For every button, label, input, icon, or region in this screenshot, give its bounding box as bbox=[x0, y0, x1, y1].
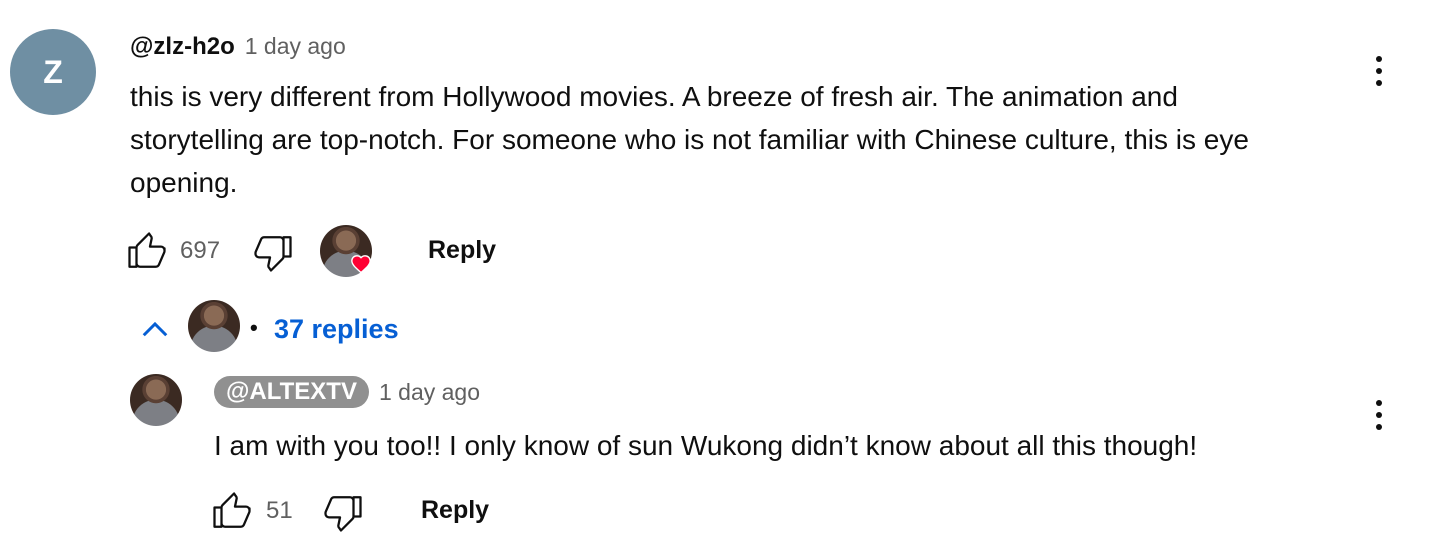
replies-separator: • bbox=[250, 315, 258, 340]
reply-header: @ALTEXTV 1 day ago bbox=[214, 376, 480, 408]
comment-header: @zlz-h2o 1 day ago bbox=[130, 33, 346, 61]
replies-toggle[interactable]: 37 replies bbox=[274, 314, 399, 345]
comment-text: this is very different from Hollywood mo… bbox=[130, 75, 1350, 204]
thumbs-up-icon[interactable] bbox=[126, 230, 168, 272]
reply-like-count: 51 bbox=[266, 497, 293, 524]
reply-button[interactable]: Reply bbox=[428, 236, 496, 265]
comment-text-line: opening. bbox=[130, 167, 238, 198]
reply-text: I am with you too!! I only know of sun W… bbox=[214, 430, 1198, 461]
comment-text-line: this is very different from Hollywood mo… bbox=[130, 81, 1178, 112]
reply-menu-button[interactable] bbox=[1372, 400, 1386, 430]
commenter-avatar[interactable]: Z bbox=[10, 29, 96, 115]
reply-author-handle[interactable]: @ALTEXTV bbox=[214, 376, 369, 408]
thumbs-down-icon[interactable] bbox=[252, 232, 294, 274]
avatar-letter: Z bbox=[43, 53, 63, 90]
more-vert-icon bbox=[1376, 400, 1382, 406]
like-count: 697 bbox=[180, 237, 221, 264]
heart-icon bbox=[351, 255, 371, 274]
thumbs-down-icon[interactable] bbox=[322, 492, 364, 534]
replier-avatar bbox=[188, 300, 240, 352]
comment-menu-button[interactable] bbox=[1372, 56, 1386, 86]
reply-time[interactable]: 1 day ago bbox=[379, 379, 480, 406]
comment-author[interactable]: @zlz-h2o bbox=[130, 33, 235, 61]
comment-time[interactable]: 1 day ago bbox=[245, 33, 346, 60]
reply-author-avatar[interactable] bbox=[130, 374, 182, 426]
reply-reply-button[interactable]: Reply bbox=[421, 496, 489, 525]
thumbs-up-icon[interactable] bbox=[211, 490, 253, 532]
chevron-up-icon[interactable] bbox=[140, 318, 170, 340]
more-vert-icon bbox=[1376, 56, 1382, 62]
comment-text-line: storytelling are top-notch. For someone … bbox=[130, 124, 1249, 155]
